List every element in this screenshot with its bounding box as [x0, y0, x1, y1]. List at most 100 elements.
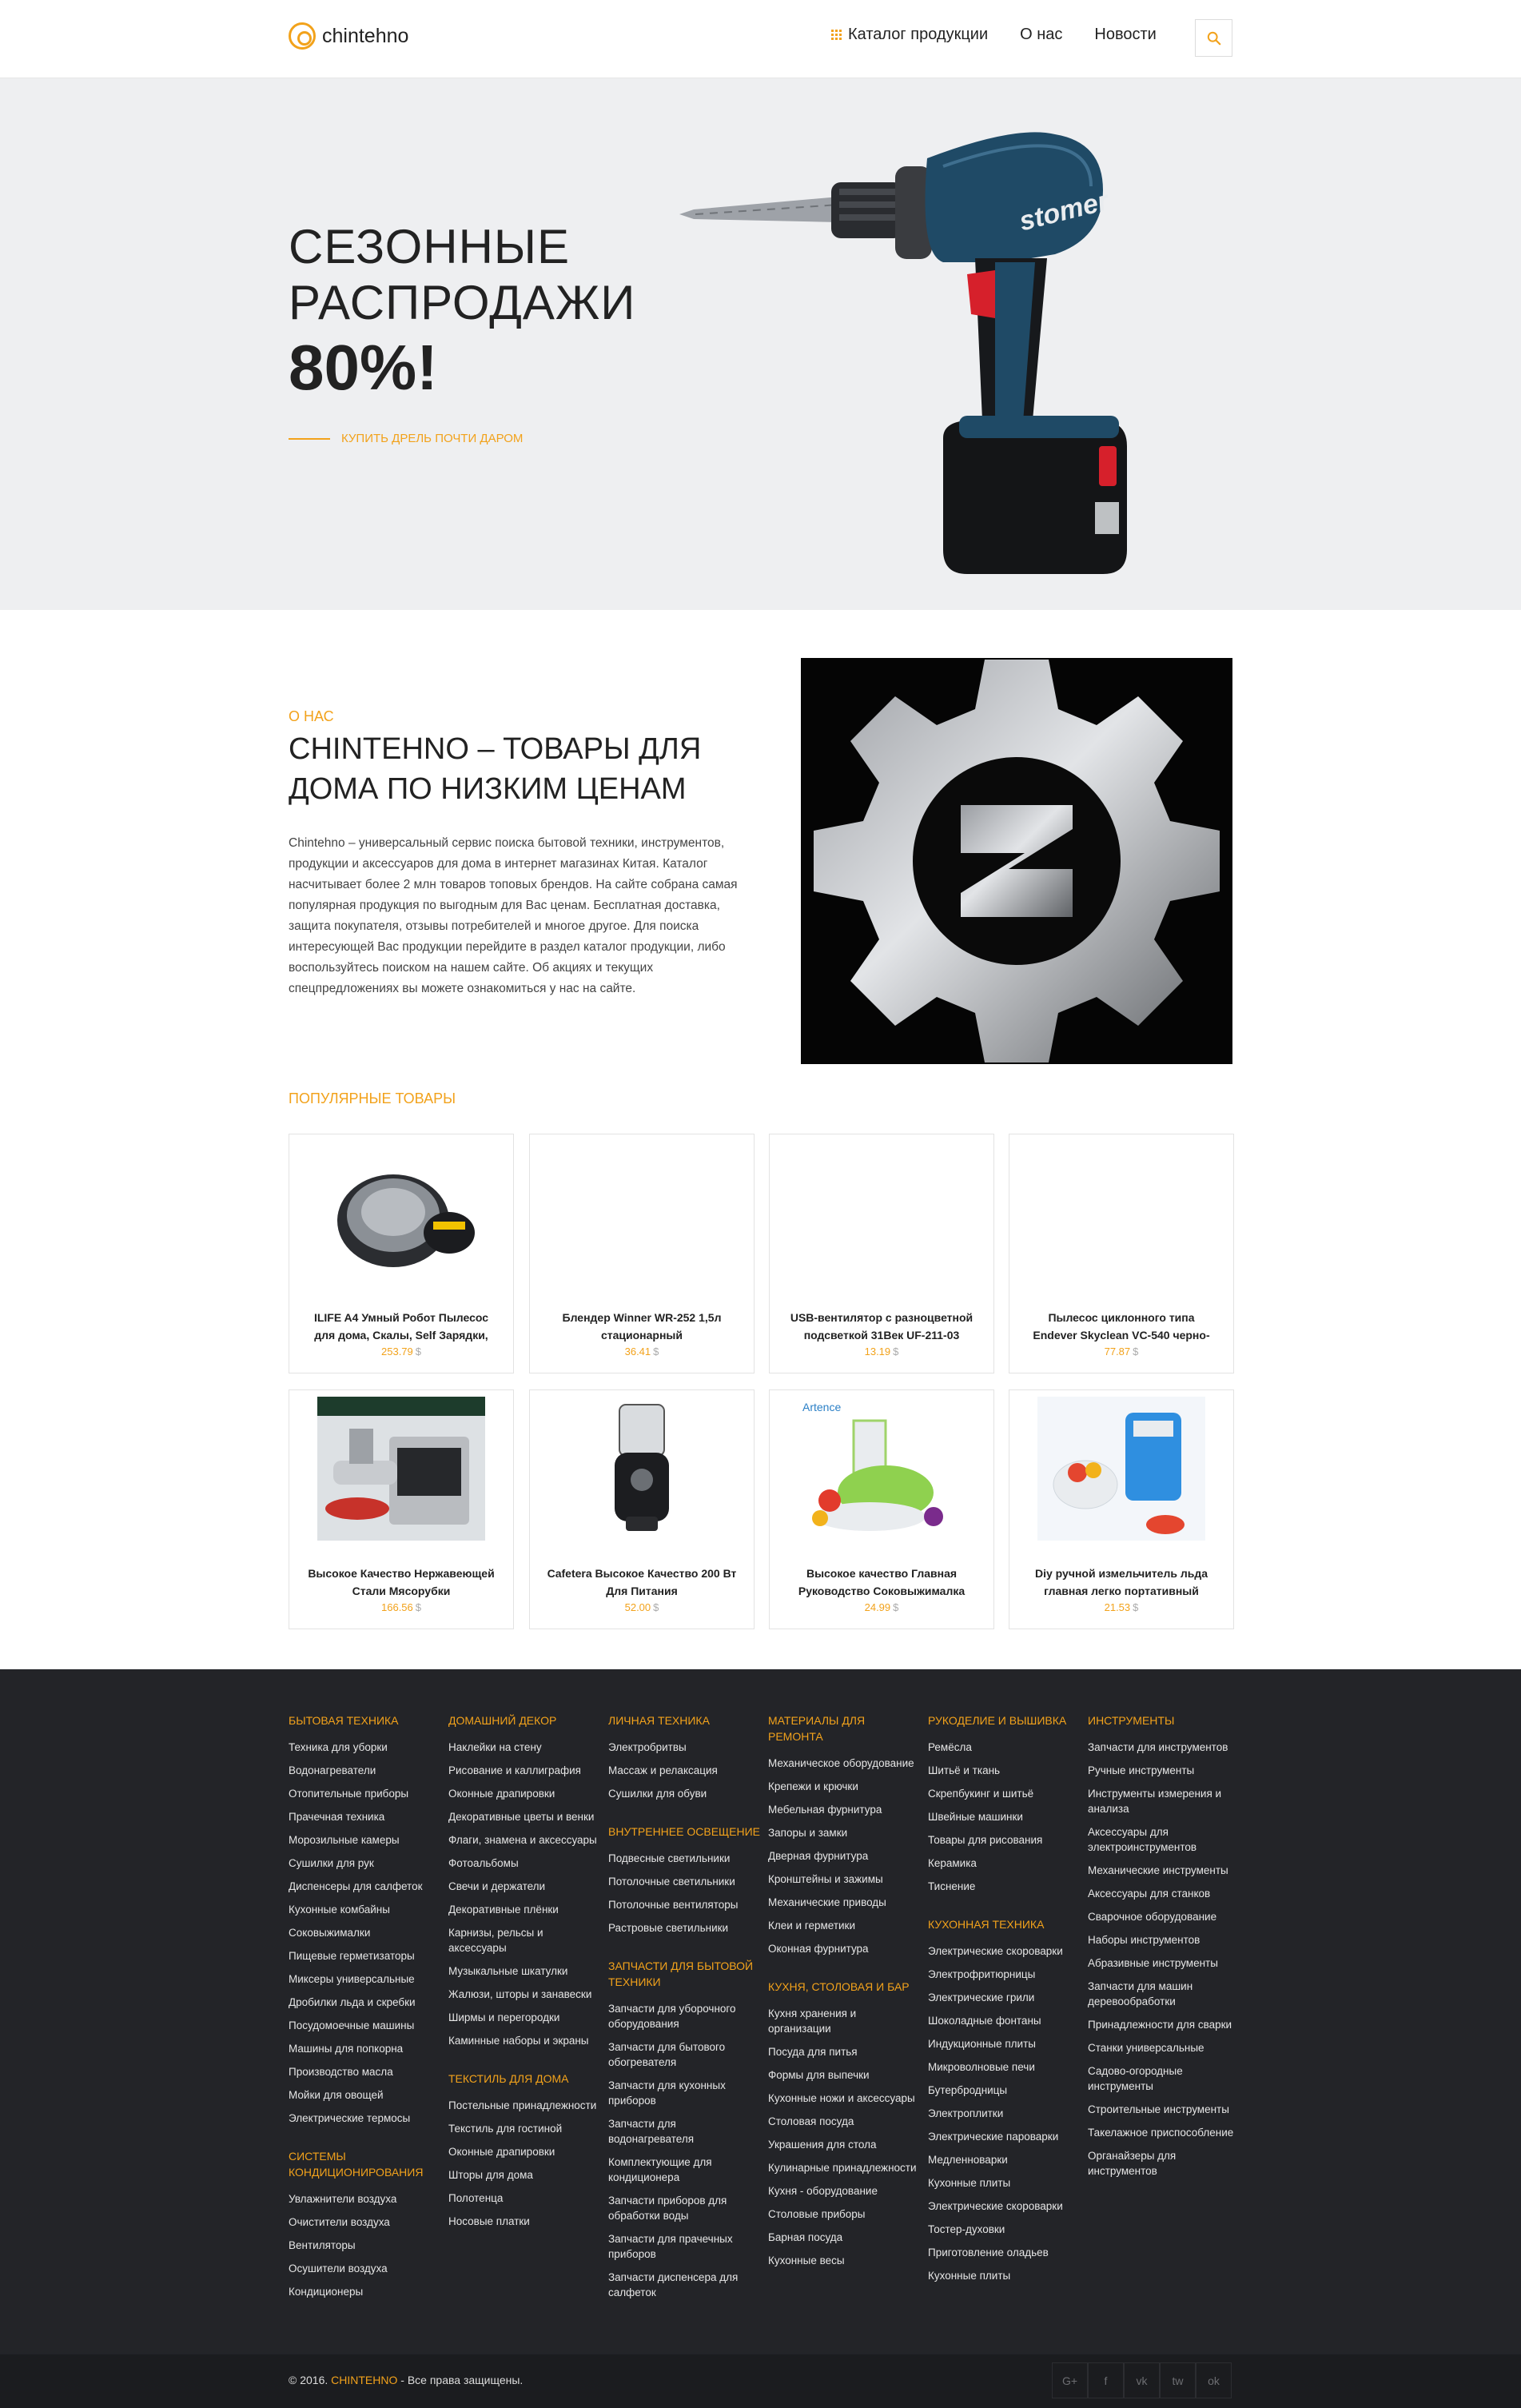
odnoklassniki-icon[interactable]: ok	[1196, 2362, 1232, 2398]
footer-heading[interactable]: ТЕКСТИЛЬ ДЛЯ ДОМА	[448, 2071, 600, 2087]
footer-link[interactable]: Водонагреватели	[289, 1763, 440, 1778]
footer-link[interactable]: Кулинарные принадлежности	[768, 2160, 920, 2175]
twitter-icon[interactable]: tw	[1160, 2362, 1196, 2398]
hero-cta-link[interactable]: КУПИТЬ ДРЕЛЬ ПОЧТИ ДАРОМ	[289, 432, 523, 445]
product-card[interactable]: Artence Высокое качество Главная Руководс…	[769, 1389, 994, 1629]
footer-link[interactable]: Увлажнители воздуха	[289, 2191, 440, 2207]
footer-link[interactable]: Запчасти диспенсера для салфеток	[608, 2270, 760, 2300]
footer-link[interactable]: Диспенсеры для салфеток	[289, 1879, 440, 1894]
footer-link[interactable]: Кухонные плиты	[928, 2175, 1080, 2191]
product-card[interactable]: Блендер Winner WR-252 1,5л стационарный 3…	[529, 1134, 755, 1373]
footer-link[interactable]: Запчасти для бытового обогревателя	[608, 2039, 760, 2070]
footer-link[interactable]: Кухня - оборудование	[768, 2183, 920, 2199]
footer-link[interactable]: Кухонные ножи и аксессуары	[768, 2091, 920, 2106]
footer-heading[interactable]: ИНСТРУМЕНТЫ	[1088, 1712, 1240, 1728]
footer-link[interactable]: Прачечная техника	[289, 1809, 440, 1824]
footer-link[interactable]: Носовые платки	[448, 2214, 600, 2229]
footer-link[interactable]: Постельные принадлежности	[448, 2098, 600, 2113]
footer-heading[interactable]: КУХОННАЯ ТЕХНИКА	[928, 1916, 1080, 1932]
footer-heading[interactable]: ЛИЧНАЯ ТЕХНИКА	[608, 1712, 760, 1728]
footer-link[interactable]: Оконные драпировки	[448, 1786, 600, 1801]
nav-catalog[interactable]: Каталог продукции	[831, 26, 988, 44]
footer-link[interactable]: Запчасти для прачечных приборов	[608, 2231, 760, 2262]
footer-link[interactable]: Абразивные инструменты	[1088, 1956, 1240, 1971]
footer-link[interactable]: Кронштейны и зажимы	[768, 1872, 920, 1887]
nav-about[interactable]: О нас	[1020, 26, 1062, 44]
footer-link[interactable]: Запчасти для кухонных приборов	[608, 2078, 760, 2108]
product-card[interactable]: Пылесос циклонного типа Endever Skyclean…	[1009, 1134, 1234, 1373]
footer-link[interactable]: Миксеры универсальные	[289, 1971, 440, 1987]
footer-link[interactable]: Аксессуары для электроинструментов	[1088, 1824, 1240, 1855]
footer-link[interactable]: Вентиляторы	[289, 2238, 440, 2253]
footer-link[interactable]: Керамика	[928, 1856, 1080, 1871]
footer-link[interactable]: Очистители воздуха	[289, 2215, 440, 2230]
footer-link[interactable]: Электроплитки	[928, 2106, 1080, 2121]
footer-heading[interactable]: МАТЕРИАЛЫ ДЛЯ РЕМОНТА	[768, 1712, 920, 1744]
footer-link[interactable]: Шоколадные фонтаны	[928, 2013, 1080, 2028]
footer-link[interactable]: Кухонные весы	[768, 2253, 920, 2268]
footer-link[interactable]: Электрические грили	[928, 1990, 1080, 2005]
search-button[interactable]	[1195, 19, 1232, 57]
footer-link[interactable]: Отопительные приборы	[289, 1786, 440, 1801]
footer-link[interactable]: Столовые приборы	[768, 2207, 920, 2222]
footer-link[interactable]: Такелажное приспособление	[1088, 2125, 1240, 2140]
footer-heading[interactable]: БЫТОВАЯ ТЕХНИКА	[289, 1712, 440, 1728]
footer-heading[interactable]: ЗАПЧАСТИ ДЛЯ БЫТОВОЙ ТЕХНИКИ	[608, 1958, 760, 1990]
footer-link[interactable]: Текстиль для гостиной	[448, 2121, 600, 2136]
footer-link[interactable]: Электрические скороварки	[928, 1944, 1080, 1959]
footer-link[interactable]: Электробритвы	[608, 1740, 760, 1755]
footer-link[interactable]: Электрические термосы	[289, 2111, 440, 2126]
footer-link[interactable]: Техника для уборки	[289, 1740, 440, 1755]
footer-link[interactable]: Мебельная фурнитура	[768, 1802, 920, 1817]
footer-link[interactable]: Ширмы и перегородки	[448, 2010, 600, 2025]
footer-link[interactable]: Сушилки для обуви	[608, 1786, 760, 1801]
footer-link[interactable]: Строительные инструменты	[1088, 2102, 1240, 2117]
footer-link[interactable]: Кухонные плиты	[928, 2268, 1080, 2283]
footer-link[interactable]: Оконная фурнитура	[768, 1941, 920, 1956]
footer-link[interactable]: Товары для рисования	[928, 1832, 1080, 1848]
footer-link[interactable]: Барная посуда	[768, 2230, 920, 2245]
footer-link[interactable]: Запоры и замки	[768, 1825, 920, 1840]
footer-link[interactable]: Индукционные плиты	[928, 2036, 1080, 2051]
footer-link[interactable]: Музыкальные шкатулки	[448, 1963, 600, 1979]
logo[interactable]: chintehno	[289, 22, 408, 50]
footer-link[interactable]: Производство масла	[289, 2064, 440, 2079]
product-card[interactable]: Cafetera Высокое Качество 200 Вт Для Пит…	[529, 1389, 755, 1629]
footer-link[interactable]: Массаж и релаксация	[608, 1763, 760, 1778]
footer-link[interactable]: Принадлежности для сварки	[1088, 2017, 1240, 2032]
footer-link[interactable]: Каминные наборы и экраны	[448, 2033, 600, 2048]
footer-link[interactable]: Комплектующие для кондиционера	[608, 2155, 760, 2185]
footer-link[interactable]: Кухонные комбайны	[289, 1902, 440, 1917]
footer-link[interactable]: Потолочные светильники	[608, 1874, 760, 1889]
footer-link[interactable]: Фотоальбомы	[448, 1856, 600, 1871]
footer-link[interactable]: Наклейки на стену	[448, 1740, 600, 1755]
footer-link[interactable]: Посудомоечные машины	[289, 2018, 440, 2033]
footer-link[interactable]: Запчасти для инструментов	[1088, 1740, 1240, 1755]
footer-link[interactable]: Кухня хранения и организации	[768, 2006, 920, 2036]
footer-link[interactable]: Запчасти для водонагревателя	[608, 2116, 760, 2147]
footer-link[interactable]: Медленноварки	[928, 2152, 1080, 2167]
footer-link[interactable]: Электрофритюрницы	[928, 1967, 1080, 1982]
footer-heading[interactable]: СИСТЕМЫ КОНДИЦИОНИРОВАНИЯ	[289, 2148, 440, 2180]
footer-heading[interactable]: КУХНЯ, СТОЛОВАЯ И БАР	[768, 1979, 920, 1995]
footer-link[interactable]: Запчасти для машин деревообработки	[1088, 1979, 1240, 2009]
footer-link[interactable]: Клеи и герметики	[768, 1918, 920, 1933]
footer-link[interactable]: Тостер-духовки	[928, 2222, 1080, 2237]
footer-link[interactable]: Свечи и держатели	[448, 1879, 600, 1894]
nav-news[interactable]: Новости	[1094, 26, 1156, 44]
footer-link[interactable]: Тиснение	[928, 1879, 1080, 1894]
footer-link[interactable]: Пищевые герметизаторы	[289, 1948, 440, 1963]
footer-link[interactable]: Наборы инструментов	[1088, 1932, 1240, 1948]
facebook-icon[interactable]: f	[1088, 2362, 1124, 2398]
footer-link[interactable]: Запчасти для уборочного оборудования	[608, 2001, 760, 2031]
footer-link[interactable]: Садово-огородные инструменты	[1088, 2063, 1240, 2094]
footer-link[interactable]: Микроволновые печи	[928, 2059, 1080, 2075]
footer-heading[interactable]: РУКОДЕЛИЕ И ВЫШИВКА	[928, 1712, 1080, 1728]
footer-link[interactable]: Карнизы, рельсы и аксессуары	[448, 1925, 600, 1956]
footer-link[interactable]: Электрические пароварки	[928, 2129, 1080, 2144]
footer-link[interactable]: Посуда для питья	[768, 2044, 920, 2059]
footer-link[interactable]: Ремёсла	[928, 1740, 1080, 1755]
footer-link[interactable]: Декоративные плёнки	[448, 1902, 600, 1917]
footer-heading[interactable]: ДОМАШНИЙ ДЕКОР	[448, 1712, 600, 1728]
footer-link[interactable]: Электрические скороварки	[928, 2199, 1080, 2214]
